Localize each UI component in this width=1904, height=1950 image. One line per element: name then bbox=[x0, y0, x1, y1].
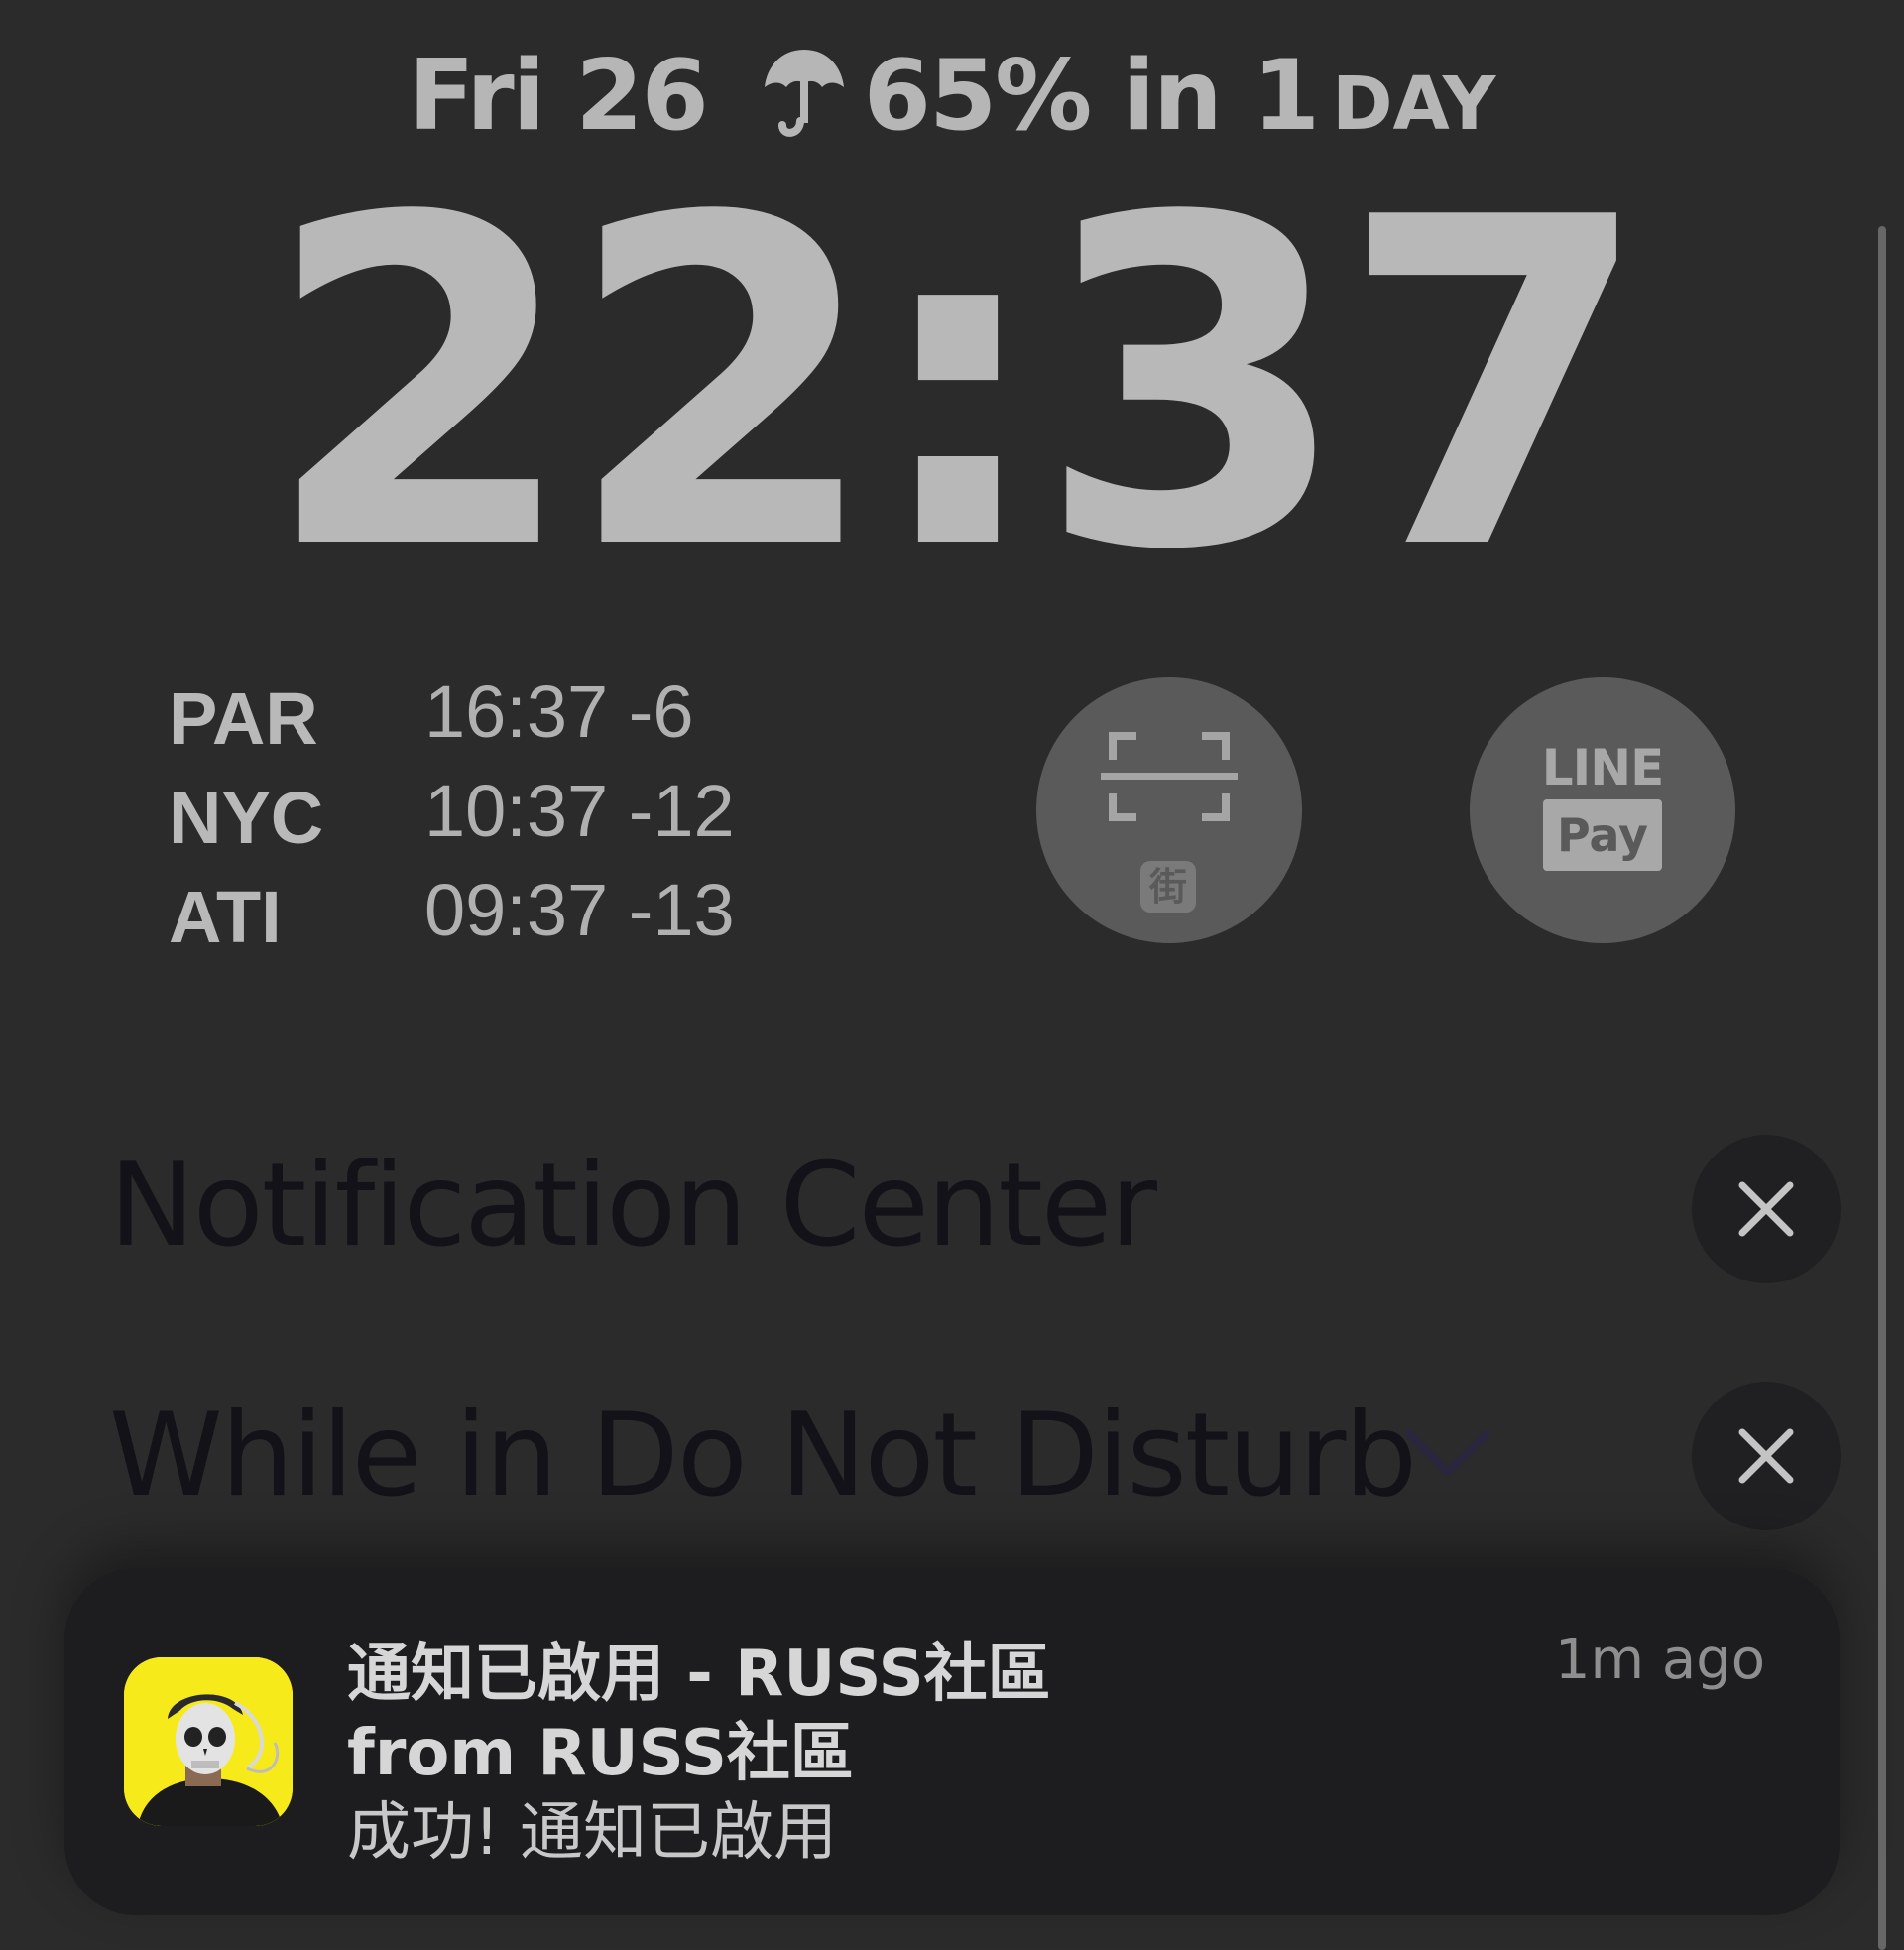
street-badge-icon: 街 bbox=[1140, 861, 1196, 913]
lockscreen-clock: 22:37 bbox=[263, 124, 1652, 649]
world-clock-time: 09:37 -13 bbox=[424, 869, 735, 951]
close-icon bbox=[1738, 1181, 1794, 1237]
scrollbar[interactable] bbox=[1878, 226, 1886, 1950]
clear-notification-center-button[interactable] bbox=[1692, 1135, 1841, 1283]
notification-card[interactable]: 通知已啟用 - RUSS社區 from RUSS社區 成功! 通知已啟用 1m … bbox=[64, 1568, 1840, 1915]
line-pay-logo-line: LINE bbox=[1541, 739, 1664, 796]
notification-timestamp: 1m ago bbox=[1554, 1628, 1765, 1692]
world-clock-city: NYC bbox=[169, 777, 324, 859]
world-clock-time: 16:37 -6 bbox=[424, 670, 694, 753]
notification-body: 成功! 通知已啟用 bbox=[347, 1796, 837, 1870]
app-avatar-icon bbox=[124, 1657, 293, 1826]
world-clock-city: ATI bbox=[169, 876, 282, 958]
scan-icon bbox=[1101, 732, 1238, 821]
chevron-down-icon[interactable] bbox=[1403, 1426, 1492, 1480]
clear-dnd-button[interactable] bbox=[1692, 1382, 1841, 1530]
scan-button[interactable]: 街 bbox=[1036, 677, 1302, 943]
line-pay-button[interactable]: LINE Pay bbox=[1470, 677, 1735, 943]
notification-title: 通知已啟用 - RUSS社區 bbox=[347, 1638, 1051, 1711]
close-icon bbox=[1738, 1428, 1794, 1484]
world-clock-time: 10:37 -12 bbox=[424, 770, 735, 852]
notification-center-title: Notification Center bbox=[109, 1139, 1157, 1273]
line-pay-logo-pay: Pay bbox=[1543, 799, 1662, 871]
world-clock-city: PAR bbox=[169, 677, 318, 760]
notification-subtitle: from RUSS社區 bbox=[347, 1717, 854, 1790]
dnd-section-title[interactable]: While in Do Not Disturb bbox=[109, 1389, 1417, 1523]
